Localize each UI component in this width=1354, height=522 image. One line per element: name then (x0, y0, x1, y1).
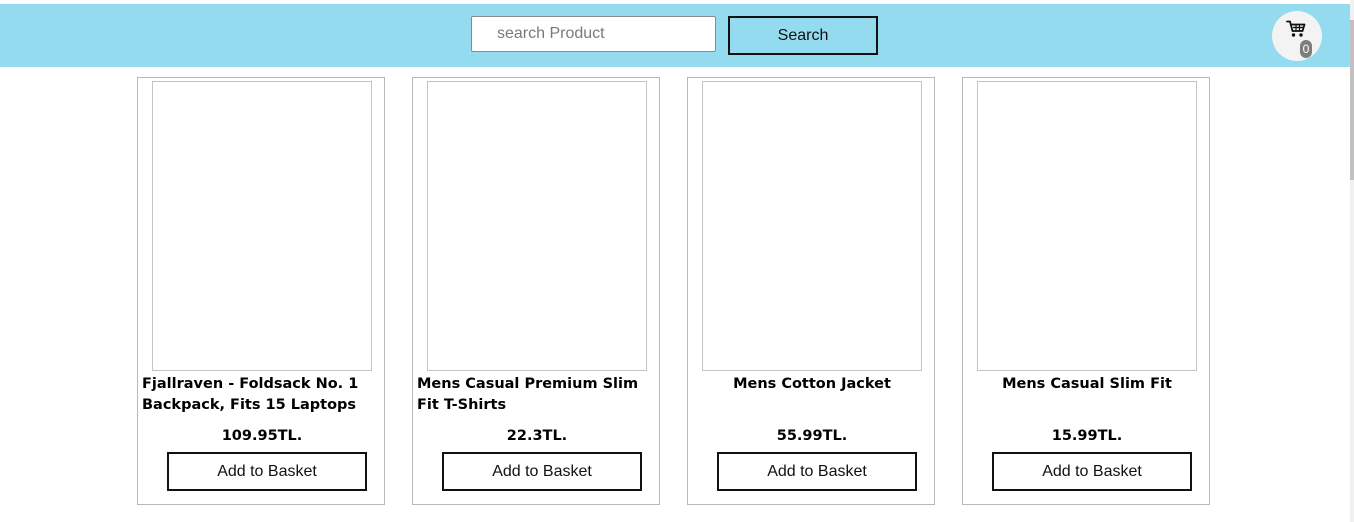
product-card: Mens Casual Slim Fit 15.99TL. Add to Bas… (962, 77, 1210, 505)
shopping-cart-icon (1286, 20, 1306, 37)
product-title: Fjallraven - Foldsack No. 1 Backpack, Fi… (142, 376, 359, 413)
scrollbar-thumb[interactable] (1350, 20, 1354, 180)
add-to-basket-button[interactable]: Add to Basket (717, 452, 917, 491)
product-price: 55.99TL. (776, 428, 848, 444)
product-title: Mens Casual Slim Fit (1002, 376, 1172, 392)
product-card: Fjallraven - Foldsack No. 1 Backpack, Fi… (137, 77, 385, 505)
add-to-basket-button[interactable]: Add to Basket (992, 452, 1192, 491)
product-image (152, 81, 372, 371)
add-to-basket-button[interactable]: Add to Basket (167, 452, 367, 491)
product-card: Mens Casual Premium Slim Fit T-Shirts 22… (412, 77, 660, 505)
product-title: Mens Cotton Jacket (733, 376, 891, 392)
cart-count-badge: 0 (1300, 40, 1312, 58)
product-image (427, 81, 647, 371)
search-input[interactable] (471, 16, 716, 52)
product-title: Mens Casual Premium Slim Fit T-Shirts (417, 376, 639, 413)
product-image (702, 81, 922, 371)
add-to-basket-button[interactable]: Add to Basket (442, 452, 642, 491)
page-scrollbar[interactable] (1350, 0, 1354, 522)
search-button[interactable]: Search (728, 16, 878, 55)
header-bar: Search 0 (0, 4, 1350, 67)
product-price: 109.95TL. (221, 428, 303, 444)
product-price: 22.3TL. (506, 428, 568, 444)
product-price: 15.99TL. (1051, 428, 1123, 444)
cart-button[interactable]: 0 (1272, 11, 1322, 61)
product-image (977, 81, 1197, 371)
product-card: Mens Cotton Jacket 55.99TL. Add to Baske… (687, 77, 935, 505)
